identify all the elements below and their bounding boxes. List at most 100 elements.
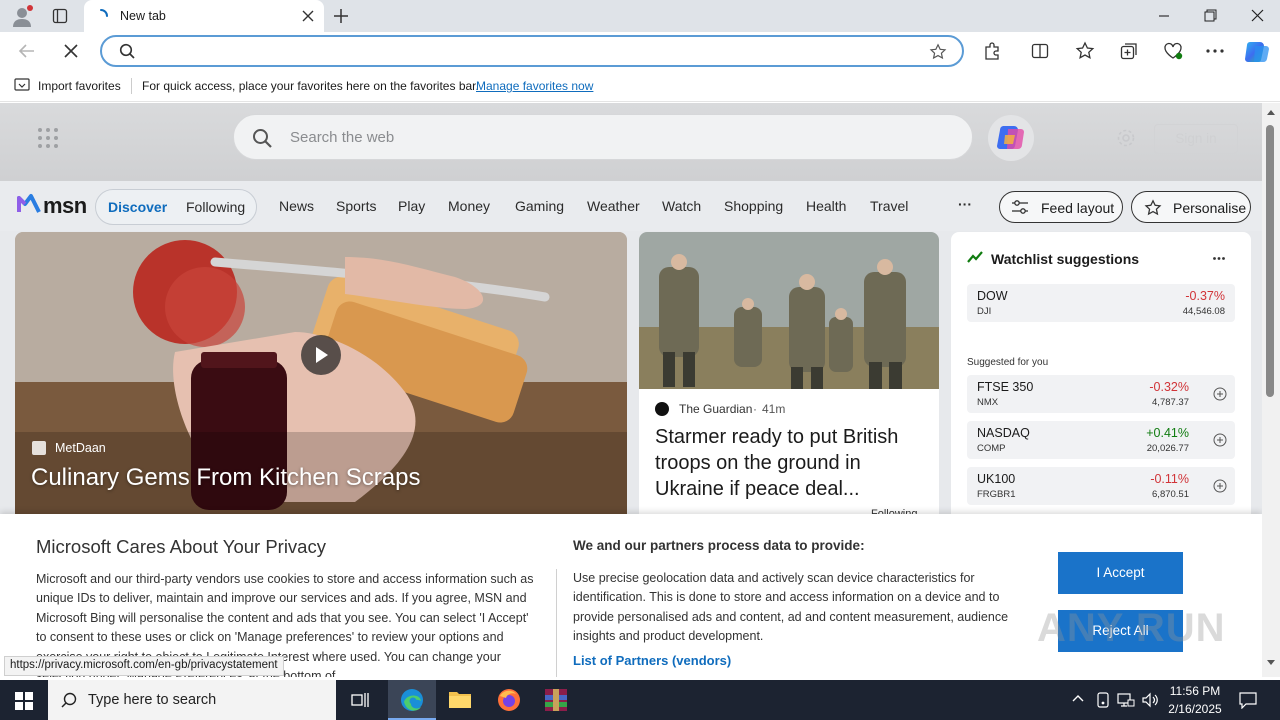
list-of-partners-link[interactable]: List of Partners (vendors) [573, 653, 731, 668]
tab-new-tab[interactable]: New tab [84, 0, 324, 32]
notifications-icon[interactable] [1239, 691, 1257, 709]
add-stock-icon[interactable] [1213, 433, 1227, 447]
nav-more-button[interactable]: ··· [958, 196, 972, 212]
news-separator: · [753, 402, 757, 416]
privacy-title: Microsoft Cares About Your Privacy [36, 536, 326, 557]
search-icon [61, 692, 77, 708]
loading-spinner-icon [94, 9, 108, 23]
network-icon[interactable] [1117, 692, 1135, 708]
watchlist-title: Watchlist suggestions [991, 251, 1140, 267]
nav-weather[interactable]: Weather [587, 198, 640, 214]
nav-play[interactable]: Play [398, 198, 425, 214]
divider [556, 569, 557, 677]
import-favorites-icon [14, 78, 30, 93]
file-explorer-icon[interactable] [448, 688, 472, 710]
vertical-scrollbar[interactable] [1262, 103, 1280, 677]
news-image [639, 232, 939, 389]
tab-actions-icon[interactable] [52, 8, 68, 24]
taskbar-search-box[interactable]: Type here to search [48, 680, 336, 720]
favorites-icon[interactable] [1075, 41, 1095, 61]
tab-following[interactable]: Following [186, 199, 245, 215]
news-card[interactable]: The Guardian · 41m Starmer ready to put … [639, 232, 939, 522]
stop-loading-icon[interactable] [64, 44, 78, 58]
stock-row-dow[interactable]: DOW DJI -0.37% 44,546.08 [967, 284, 1235, 322]
manage-favorites-link[interactable]: Manage favorites now [476, 79, 593, 93]
sliders-icon [1012, 200, 1028, 214]
nav-shopping[interactable]: Shopping [724, 198, 783, 214]
apps-launcher-icon[interactable] [37, 127, 59, 149]
minimize-icon[interactable] [1158, 10, 1170, 22]
msn-header: Search the web Sign in [0, 103, 1262, 181]
taskbar-edge-button[interactable] [388, 680, 436, 720]
network-device-icon[interactable] [1096, 692, 1110, 708]
suggested-for-you-label: Suggested for you [967, 357, 1049, 368]
clock-date[interactable]: 2/16/2025 [1167, 702, 1223, 716]
favorites-bar: Import favorites For quick access, place… [0, 70, 1280, 102]
scrollbar-thumb[interactable] [1266, 125, 1274, 397]
stock-row-uk100[interactable]: UK100 FRGBR1 -0.11% 6,870.51 [967, 467, 1235, 505]
stock-symbol: COMP [977, 443, 1006, 454]
nav-sports[interactable]: Sports [336, 198, 376, 214]
stock-price: 44,546.08 [1182, 306, 1225, 317]
feed-layout-label: Feed layout [1041, 200, 1115, 216]
source-logo-icon [32, 441, 46, 455]
nav-health[interactable]: Health [806, 198, 846, 214]
add-stock-icon[interactable] [1213, 387, 1227, 401]
settings-more-icon[interactable] [1206, 49, 1224, 53]
guardian-logo-icon [655, 402, 669, 416]
clock-time[interactable]: 11:56 PM [1169, 684, 1221, 698]
collections-icon[interactable] [1120, 42, 1138, 60]
sign-in-button[interactable]: Sign in [1154, 124, 1238, 154]
import-favorites-button[interactable]: Import favorites [38, 79, 121, 93]
tab-discover[interactable]: Discover [108, 199, 167, 215]
browser-essentials-icon[interactable] [1163, 42, 1183, 60]
copilot-icon[interactable] [1244, 39, 1270, 65]
copilot-button[interactable] [988, 115, 1034, 161]
news-headline[interactable]: Starmer ready to put British troops on t… [655, 424, 925, 502]
watchlist-more-icon[interactable] [1213, 257, 1225, 260]
hero-source: MetDaan [55, 441, 106, 455]
watchlist-card: Watchlist suggestions DOW DJI -0.37% 44,… [951, 232, 1251, 522]
task-view-icon[interactable] [351, 691, 369, 709]
add-favorite-star-icon[interactable] [929, 43, 947, 61]
favorites-hint: For quick access, place your favorites h… [142, 79, 479, 93]
split-screen-icon[interactable] [1031, 42, 1049, 60]
play-video-button[interactable] [301, 335, 341, 375]
web-search-box[interactable]: Search the web [233, 114, 973, 160]
tray-overflow-icon[interactable] [1072, 694, 1084, 702]
firefox-icon[interactable] [497, 688, 521, 712]
stock-change: +0.41% [1146, 426, 1189, 440]
feed-layout-button[interactable]: Feed layout [999, 191, 1123, 223]
hero-headline[interactable]: Culinary Gems From Kitchen Scraps [31, 464, 420, 492]
msn-logo-text: msn [43, 193, 87, 218]
personalise-button[interactable]: Personalise [1131, 191, 1251, 223]
hero-card[interactable]: MetDaan Culinary Gems From Kitchen Scrap… [15, 232, 627, 522]
privacy-banner: Microsoft Cares About Your Privacy Micro… [0, 514, 1262, 677]
nav-money[interactable]: Money [448, 198, 490, 214]
new-tab-button[interactable] [333, 8, 349, 24]
extensions-icon[interactable] [983, 42, 1001, 60]
address-bar[interactable] [100, 35, 964, 67]
volume-icon[interactable] [1141, 691, 1159, 709]
stock-name: DOW [977, 289, 1008, 303]
windows-start-icon[interactable] [15, 692, 33, 710]
profile-avatar-icon[interactable] [10, 5, 34, 27]
restore-icon[interactable] [1204, 9, 1217, 22]
divider [131, 78, 132, 94]
nav-watch[interactable]: Watch [662, 198, 701, 214]
stock-row-nasdaq[interactable]: NASDAQ COMP +0.41% 20,026.77 [967, 421, 1235, 459]
tab-title: New tab [120, 9, 166, 23]
add-stock-icon[interactable] [1213, 479, 1227, 493]
back-icon[interactable] [18, 42, 36, 60]
close-tab-icon[interactable] [302, 10, 314, 22]
close-window-icon[interactable] [1251, 9, 1264, 22]
winrar-icon[interactable] [543, 687, 569, 713]
watermark: ANY RUN [1037, 606, 1226, 650]
accept-button[interactable]: I Accept [1058, 552, 1183, 594]
nav-travel[interactable]: Travel [870, 198, 908, 214]
msn-page: Search the web Sign in msn Discover Foll… [0, 103, 1262, 677]
settings-gear-icon[interactable] [1116, 128, 1136, 148]
stock-row-ftse350[interactable]: FTSE 350 NMX -0.32% 4,787.37 [967, 375, 1235, 413]
nav-news[interactable]: News [279, 198, 314, 214]
nav-gaming[interactable]: Gaming [515, 198, 564, 214]
